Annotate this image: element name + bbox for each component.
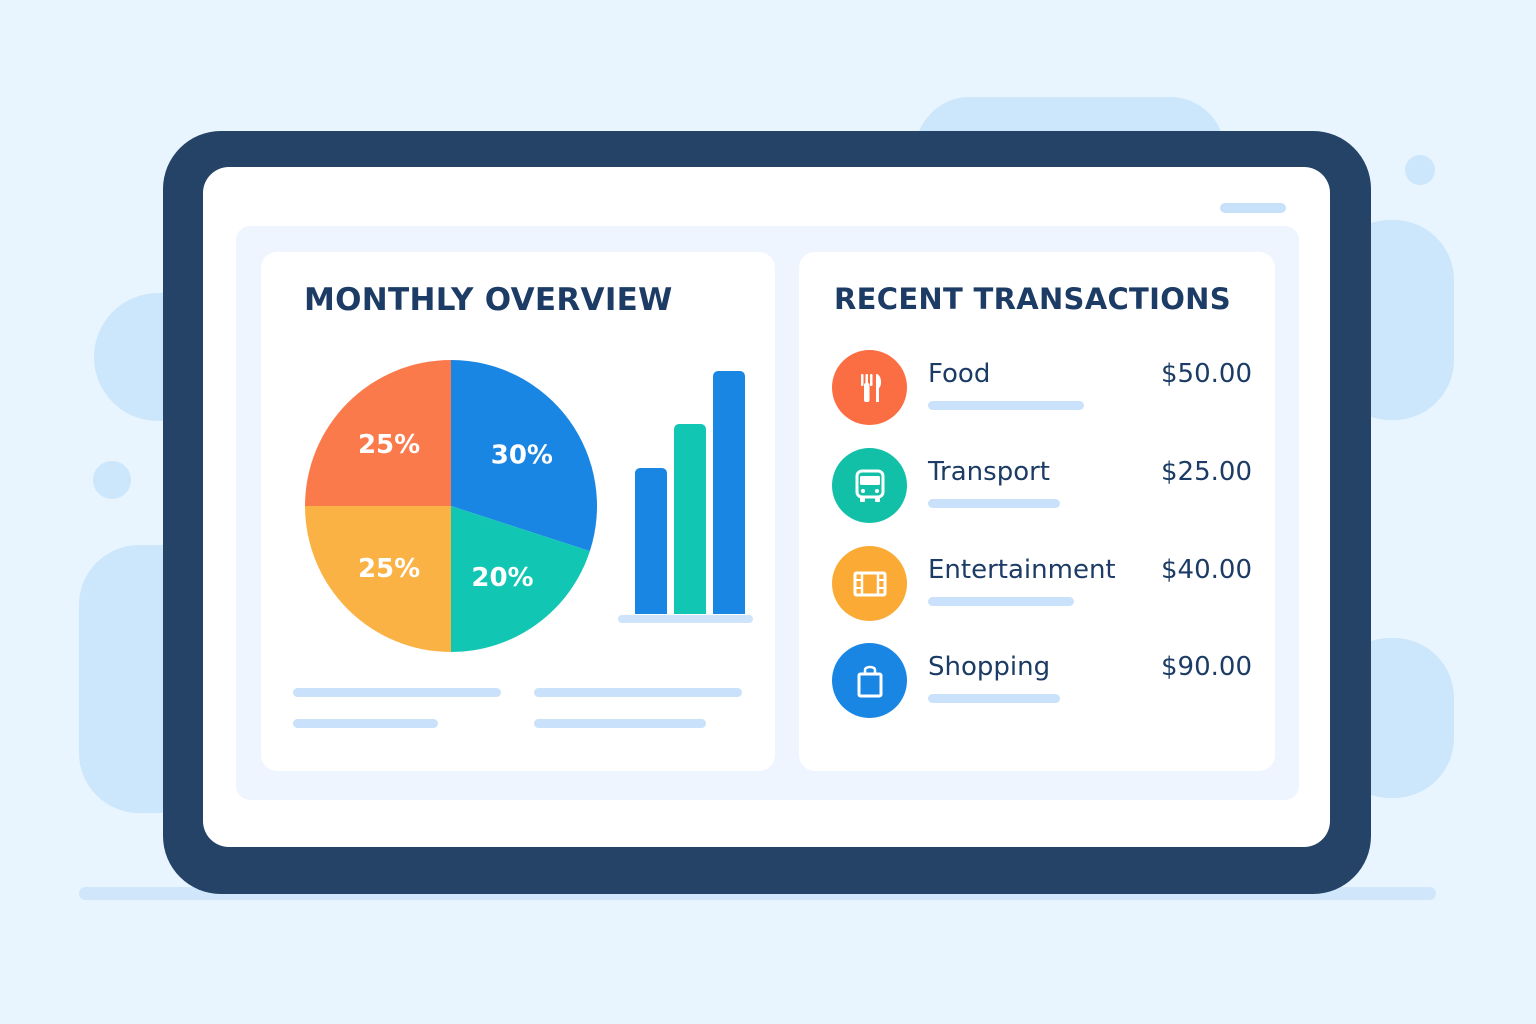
background-dot	[93, 461, 131, 499]
recent-transactions-card: RECENT TRANSACTIONS Food $50.00 Transpor…	[799, 252, 1275, 771]
status-pill	[1220, 203, 1286, 213]
transaction-amount: $50.00	[1161, 359, 1252, 389]
tablet-frame: MONTHLY OVERVIEW 30% 20% 25% 25% RECENT TRA…	[163, 131, 1371, 894]
transaction-amount: $90.00	[1161, 652, 1252, 682]
bar[interactable]	[635, 468, 667, 614]
placeholder-line	[928, 499, 1060, 508]
fork-knife-icon	[832, 350, 907, 425]
bar[interactable]	[713, 371, 745, 614]
placeholder-line	[293, 719, 438, 728]
transaction-row-shopping[interactable]: Shopping $90.00	[832, 643, 1252, 719]
monthly-overview-card[interactable]: MONTHLY OVERVIEW 30% 20% 25% 25%	[261, 252, 775, 771]
transaction-amount: $25.00	[1161, 457, 1252, 487]
transaction-name: Shopping	[928, 652, 1051, 682]
transaction-name: Food	[928, 359, 991, 389]
bus-icon	[832, 448, 907, 523]
bar[interactable]	[674, 424, 706, 614]
transaction-amount: $40.00	[1161, 555, 1252, 585]
dashboard: MONTHLY OVERVIEW 30% 20% 25% 25% RECENT TRA…	[236, 226, 1299, 800]
placeholder-line	[293, 688, 501, 697]
placeholder-line	[928, 694, 1060, 703]
placeholder-line	[534, 688, 742, 697]
transaction-row-transport[interactable]: Transport $25.00	[832, 448, 1252, 524]
pie-slice-label: 30%	[491, 441, 553, 471]
pie-slice-label: 25%	[358, 430, 420, 460]
transaction-name: Entertainment	[928, 555, 1116, 585]
bar-chart-baseline	[618, 615, 753, 623]
transactions-title: RECENT TRANSACTIONS	[834, 282, 1231, 316]
transaction-row-entertainment[interactable]: Entertainment $40.00	[832, 546, 1252, 622]
placeholder-line	[928, 597, 1074, 606]
tablet-screen: MONTHLY OVERVIEW 30% 20% 25% 25% RECENT TRA…	[203, 167, 1330, 847]
placeholder-line	[928, 401, 1084, 410]
pie-slice-label: 25%	[358, 554, 420, 584]
background-dot	[1405, 155, 1435, 185]
pie-slice-label: 20%	[471, 563, 533, 593]
shopping-bag-icon	[832, 643, 907, 718]
film-icon	[832, 546, 907, 621]
transaction-name: Transport	[928, 457, 1051, 487]
transaction-row-food[interactable]: Food $50.00	[832, 350, 1252, 426]
placeholder-line	[534, 719, 706, 728]
